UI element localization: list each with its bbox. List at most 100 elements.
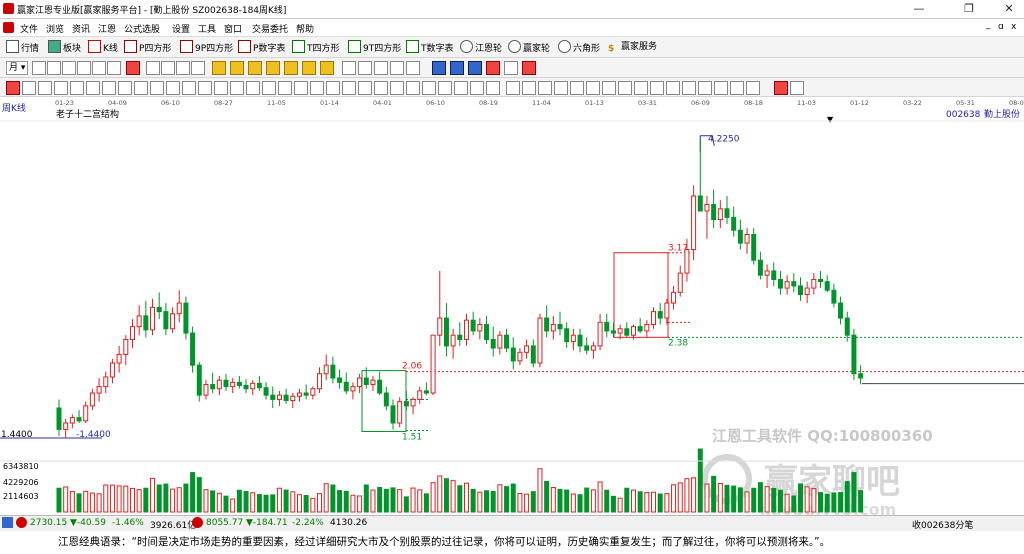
gann-tool-11-icon[interactable] bbox=[166, 81, 180, 95]
gann-tool-4-icon[interactable] bbox=[54, 81, 68, 95]
menu-formula[interactable]: 公式选股 bbox=[124, 22, 160, 35]
gann-tool-8-icon[interactable] bbox=[118, 81, 132, 95]
tool-zoom-icon[interactable] bbox=[32, 61, 46, 75]
gann-tool-10-icon[interactable] bbox=[150, 81, 164, 95]
tool-link-icon[interactable] bbox=[504, 61, 518, 75]
p-table-button[interactable]: P数字表 bbox=[238, 40, 285, 54]
tool-diamond-7-icon[interactable] bbox=[320, 61, 334, 75]
gann-tool-34-icon[interactable] bbox=[538, 81, 552, 95]
tool-diamond-1-icon[interactable] bbox=[212, 61, 226, 75]
menu-trade[interactable]: 交易委托 bbox=[252, 22, 288, 35]
tool-arrow-icon[interactable] bbox=[374, 61, 388, 75]
t-square-button[interactable]: T四方形 bbox=[292, 40, 340, 54]
gann-tool-20-icon[interactable] bbox=[310, 81, 324, 95]
gann-tool-32-icon[interactable] bbox=[506, 81, 520, 95]
gann-tool-26-icon[interactable] bbox=[406, 81, 420, 95]
tool-diamond-3-icon[interactable] bbox=[248, 61, 262, 75]
gann-tool-18-icon[interactable] bbox=[278, 81, 292, 95]
gann-tool-40-icon[interactable] bbox=[634, 81, 648, 95]
tool-export-icon[interactable] bbox=[486, 61, 500, 75]
9p-square-button[interactable]: 9P四方形 bbox=[180, 40, 233, 54]
gann-tool-6-icon[interactable] bbox=[86, 81, 100, 95]
menu-help[interactable]: 帮助 bbox=[296, 22, 314, 35]
period-selector[interactable]: 月 ▾ bbox=[6, 61, 29, 75]
tool-grid-icon[interactable] bbox=[47, 61, 61, 75]
gann-tool-45-icon[interactable] bbox=[714, 81, 728, 95]
gann-tool-3-icon[interactable] bbox=[38, 81, 52, 95]
gann-tool-7-icon[interactable] bbox=[102, 81, 116, 95]
gann-tool-15-icon[interactable] bbox=[230, 81, 244, 95]
tool-save-icon[interactable] bbox=[450, 61, 464, 75]
close-button[interactable]: ✕ bbox=[994, 0, 1024, 18]
menu-info[interactable]: 资讯 bbox=[72, 22, 90, 35]
tool-candle-icon[interactable] bbox=[92, 61, 106, 75]
minimize-button[interactable]: — bbox=[904, 0, 934, 18]
tool-zero-icon[interactable] bbox=[107, 61, 121, 75]
gann-tool-17-icon[interactable] bbox=[262, 81, 276, 95]
gann-tool-30-icon[interactable] bbox=[470, 81, 484, 95]
gann-tool-12-icon[interactable] bbox=[182, 81, 196, 95]
gann-tool-39-icon[interactable] bbox=[618, 81, 632, 95]
gann-tool-27-icon[interactable] bbox=[422, 81, 436, 95]
tool-play-icon[interactable] bbox=[161, 61, 175, 75]
gann-tool-43-icon[interactable] bbox=[682, 81, 696, 95]
restore-button[interactable]: ❐ bbox=[954, 0, 984, 18]
gann-tool-21-icon[interactable] bbox=[326, 81, 340, 95]
gann-tool-16-icon[interactable] bbox=[246, 81, 260, 95]
gann-tool-33-icon[interactable] bbox=[522, 81, 536, 95]
gann-tool-31-icon[interactable] bbox=[486, 81, 500, 95]
gann-tool-35-icon[interactable] bbox=[554, 81, 568, 95]
tool-diamond-4-icon[interactable] bbox=[266, 61, 280, 75]
gann-tool-23-icon[interactable] bbox=[358, 81, 372, 95]
kline-button[interactable]: K线 bbox=[88, 40, 118, 54]
sub-close-button[interactable]: x bbox=[1011, 22, 1016, 32]
chart-area[interactable]: 01-23 04-09 06-10 08-27 11-05 01-14 04-01 06-10… bbox=[0, 97, 1024, 515]
quotes-button[interactable]: 行情 bbox=[6, 40, 39, 54]
gann-wheel-button[interactable]: 江恩轮 bbox=[460, 40, 502, 54]
tool-diamond-2-icon[interactable] bbox=[230, 61, 244, 75]
gann-tool-48-icon[interactable] bbox=[774, 81, 788, 95]
menu-tools[interactable]: 工具 bbox=[198, 22, 216, 35]
gann-tool-42-icon[interactable] bbox=[666, 81, 680, 95]
tool-next-icon[interactable] bbox=[191, 61, 205, 75]
gann-tool-47-icon[interactable] bbox=[746, 81, 760, 95]
tool-print-icon[interactable] bbox=[468, 61, 482, 75]
sectors-button[interactable]: 板块 bbox=[48, 40, 81, 54]
gann-tool-38-icon[interactable] bbox=[602, 81, 616, 95]
menu-gann[interactable]: 江恩 bbox=[98, 22, 116, 35]
tool-chart-icon[interactable] bbox=[432, 61, 446, 75]
gann-tool-1-icon[interactable] bbox=[6, 81, 20, 95]
gann-tool-36-icon[interactable] bbox=[570, 81, 584, 95]
gann-tool-14-icon[interactable] bbox=[214, 81, 228, 95]
t-table-button[interactable]: T数字表 bbox=[406, 40, 454, 54]
sub-restore-button[interactable]: ɑ bbox=[998, 22, 1004, 32]
tool-diamond-5-icon[interactable] bbox=[284, 61, 298, 75]
gann-tool-22-icon[interactable] bbox=[342, 81, 356, 95]
winner-service-button[interactable]: $ 赢家服务 bbox=[608, 40, 657, 54]
tool-bars-icon[interactable] bbox=[77, 61, 91, 75]
tool-prev-icon[interactable] bbox=[176, 61, 190, 75]
menu-window[interactable]: 窗口 bbox=[224, 22, 242, 35]
gann-tool-9-icon[interactable] bbox=[134, 81, 148, 95]
tool-hand-icon[interactable] bbox=[342, 61, 356, 75]
indicator-dropdown-icon[interactable]: ▼ bbox=[827, 115, 834, 124]
tool-flag-icon[interactable] bbox=[126, 61, 140, 75]
gann-tool-25-icon[interactable] bbox=[390, 81, 404, 95]
market-icon[interactable] bbox=[2, 517, 13, 528]
tool-fast-back-icon[interactable] bbox=[146, 61, 160, 75]
gann-tool-28-icon[interactable] bbox=[438, 81, 452, 95]
gann-tool-29-icon[interactable] bbox=[454, 81, 468, 95]
gann-tool-37-icon[interactable] bbox=[586, 81, 600, 95]
tool-fib-icon[interactable] bbox=[390, 61, 404, 75]
p-square-button[interactable]: P四方形 bbox=[124, 40, 171, 54]
gann-tool-41-icon[interactable] bbox=[650, 81, 664, 95]
gann-tool-19-icon[interactable] bbox=[294, 81, 308, 95]
gann-tool-44-icon[interactable] bbox=[698, 81, 712, 95]
candlestick-chart[interactable]: 01-23 04-09 06-10 08-27 11-05 01-14 04-01 06-10… bbox=[0, 97, 1024, 515]
winner-wheel-button[interactable]: 赢家轮 bbox=[508, 40, 550, 54]
menu-browse[interactable]: 浏览 bbox=[46, 22, 64, 35]
tool-lines-icon[interactable] bbox=[62, 61, 76, 75]
menu-file[interactable]: 文件 bbox=[20, 22, 38, 35]
sub-minimize-button[interactable]: _ bbox=[986, 20, 991, 30]
tool-diamond-6-icon[interactable] bbox=[302, 61, 316, 75]
